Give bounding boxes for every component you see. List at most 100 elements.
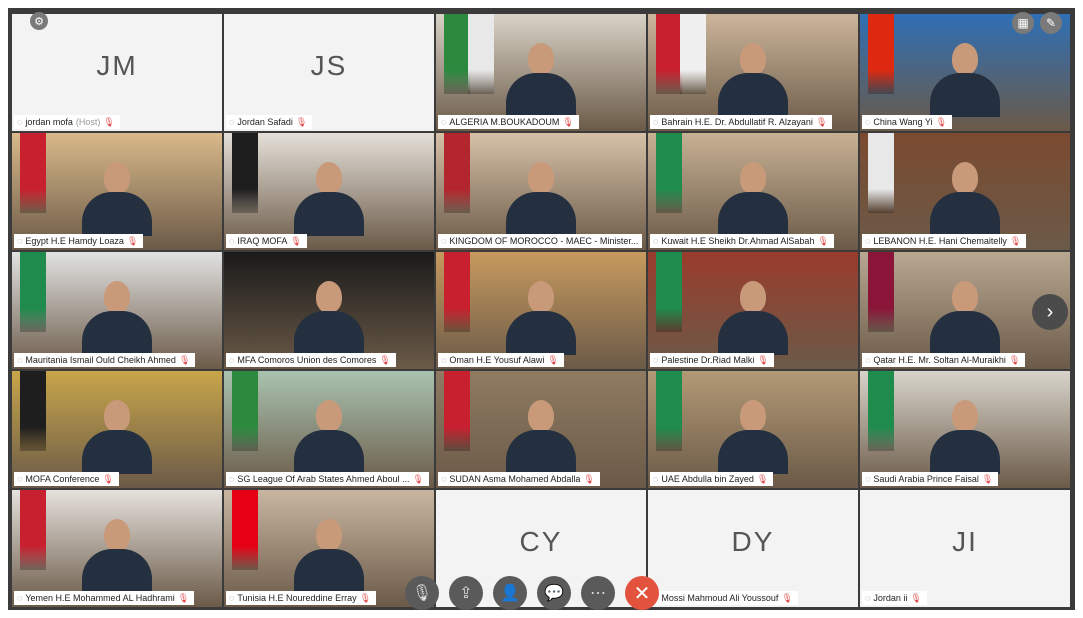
participant-person: [294, 400, 364, 474]
mic-muted-icon: 🎙: [177, 593, 190, 603]
mic-muted-icon: 🎙: [547, 355, 559, 365]
participant-name: jordan mofa: [25, 117, 73, 127]
participant-initials: JM: [96, 50, 138, 81]
flag-image: [444, 371, 470, 451]
flag-image: [232, 490, 258, 570]
participant-tile-jordan-mofa[interactable]: JM ◌ jordan mofa (Host) 🎙: [12, 14, 222, 131]
participant-name-label: ◌ Oman H.E Yousuf Alawi 🎙: [438, 353, 564, 367]
participant-tile-egypt[interactable]: ◌ Egypt H.E Hamdy Loaza 🎙: [12, 133, 222, 250]
mic-muted-icon: 🎙: [290, 236, 302, 246]
participant-name-label: ◌ MFA Comoros Union des Comores 🎙: [226, 353, 396, 367]
flag-image: [444, 133, 470, 213]
participant-tile-iraq[interactable]: ◌ IRAQ MOFA 🎙: [224, 133, 434, 250]
participant-tile-uae[interactable]: ◌ UAE Abdulla bin Zayed 🎙: [648, 371, 858, 488]
mic-muted-icon: 🎙: [910, 593, 922, 603]
video-feed: [648, 252, 858, 369]
layout-icon[interactable]: ▦: [1012, 12, 1034, 34]
participant-tile-yemen[interactable]: ◌ Yemen H.E Mohammed AL Hadhrami 🎙: [12, 490, 222, 607]
flag-image: [656, 14, 682, 94]
flag-image: [868, 14, 894, 94]
participant-tile-kuwait[interactable]: ◌ Kuwait H.E Sheikh Dr.Ahmad AlSabah 🎙: [648, 133, 858, 250]
pin-view-icon[interactable]: ✎: [1040, 12, 1062, 34]
settings-icon[interactable]: ⚙: [30, 12, 48, 30]
flag-image: [20, 371, 46, 451]
participant-tile-lebanon[interactable]: ◌ LEBANON H.E. Hani Chemaitelly 🎙: [860, 133, 1070, 250]
participant-name: Palestine Dr.Riad Malki: [661, 355, 755, 365]
participant-person: [718, 281, 788, 355]
participant-name-label: ◌ MOFA Conference 🎙: [14, 472, 119, 486]
mic-muted-icon: 🎙: [757, 355, 769, 365]
participant-person: [930, 162, 1000, 236]
end-call-icon[interactable]: ✕: [625, 576, 659, 610]
participant-initials: CY: [519, 526, 563, 557]
video-feed: [860, 371, 1070, 488]
participant-tile-palestine[interactable]: ◌ Palestine Dr.Riad Malki 🎙: [648, 252, 858, 369]
video-feed: [436, 133, 646, 250]
participant-tile-dy[interactable]: DY ◌Mossi Mahmoud Ali Youssouf🎙: [648, 490, 858, 607]
participant-name: LEBANON H.E. Hani Chemaitelly: [873, 236, 1007, 246]
participant-name: ALGERIA M.BOUKADOUM: [449, 117, 560, 127]
participant-name: Jordan Safadi: [237, 117, 293, 127]
flag-image: [656, 371, 682, 451]
participant-tile-league-arab-states[interactable]: ◌ SG League Of Arab States Ahmed Aboul ..…: [224, 371, 434, 488]
participant-tile-algeria[interactable]: ◌ ALGERIA M.BOUKADOUM 🎙: [436, 14, 646, 131]
flag-image: [444, 14, 470, 94]
video-status-icon: ◌: [441, 355, 447, 365]
mic-muted-icon: 🎙: [981, 474, 994, 484]
video-status-icon: ◌: [653, 355, 659, 365]
mic-muted-icon: 🎙: [103, 117, 115, 127]
flag-image: [20, 252, 46, 332]
participant-name: IRAQ MOFA: [237, 236, 288, 246]
mic-muted-icon: 🎙: [583, 474, 595, 484]
participant-tile-morocco[interactable]: ◌ KINGDOM OF MOROCCO - MAEC - Minister...…: [436, 133, 646, 250]
participant-tile-comoros[interactable]: ◌ MFA Comoros Union des Comores 🎙: [224, 252, 434, 369]
video-status-icon: ◌: [229, 593, 235, 603]
participant-person: [930, 43, 1000, 117]
participants-icon[interactable]: 👤: [493, 576, 527, 610]
flag-image: [20, 133, 46, 213]
participant-name-label: ◌ UAE Abdulla bin Zayed 🎙: [650, 472, 774, 486]
video-feed: [12, 133, 222, 250]
meeting-toolbar: 🎙 ⇪ 👤 💬 ⋯ ✕: [405, 576, 659, 610]
mic-muted-icon: 🎙: [126, 236, 139, 246]
participant-person: [718, 162, 788, 236]
participant-initials: DY: [731, 526, 775, 557]
participant-tile-mofa-conference[interactable]: ◌ MOFA Conference 🎙: [12, 371, 222, 488]
participant-initials: JI: [952, 526, 978, 557]
participant-tile-bahrain[interactable]: ◌ Bahrain H.E. Dr. Abdullatif R. Alzayani…: [648, 14, 858, 131]
participant-tile-tunisia[interactable]: ◌ Tunisia H.E Noureddine Erray 🎙: [224, 490, 434, 607]
video-status-icon: ◌: [653, 117, 659, 127]
participant-name: Oman H.E Yousuf Alawi: [449, 355, 545, 365]
participant-person: [82, 162, 152, 236]
participant-name-label: ◌ Yemen H.E Mohammed AL Hadhrami 🎙: [14, 591, 195, 605]
participant-tile-china[interactable]: ◌ China Wang Yi 🎙: [860, 14, 1070, 131]
participant-tile-ji[interactable]: JI ◌ Jordan ii 🎙: [860, 490, 1070, 607]
participant-name: Tunisia H.E Noureddine Erray: [237, 593, 357, 603]
participant-tile-oman[interactable]: ◌ Oman H.E Yousuf Alawi 🎙: [436, 252, 646, 369]
participant-initials: JS: [310, 50, 348, 81]
participant-tile-saudi-arabia[interactable]: ◌ Saudi Arabia Prince Faisal 🎙: [860, 371, 1070, 488]
participant-name-label: ◌ SG League Of Arab States Ahmed Aboul ..…: [226, 472, 429, 486]
participant-name-label: ◌ Jordan Safadi 🎙: [226, 115, 313, 129]
share-screen-icon[interactable]: ⇪: [449, 576, 483, 610]
participant-tile-jordan-safadi[interactable]: JS ◌ Jordan Safadi 🎙: [224, 14, 434, 131]
chat-icon[interactable]: 💬: [537, 576, 571, 610]
participant-name-label: ◌ Tunisia H.E Noureddine Erray 🎙: [226, 591, 377, 605]
participant-name: Mauritania Ismail Ould Cheikh Ahmed: [25, 355, 176, 365]
more-icon[interactable]: ⋯: [581, 576, 615, 610]
flag-image: [868, 371, 894, 451]
video-status-icon: ◌: [441, 117, 447, 127]
participant-name: SG League Of Arab States Ahmed Aboul ...: [237, 474, 410, 484]
video-feed: [648, 371, 858, 488]
participant-name: Qatar H.E. Mr. Soltan Al-Muraikhi: [873, 355, 1006, 365]
video-feed: [436, 371, 646, 488]
participant-person: [930, 400, 1000, 474]
participant-name-label: ◌ KINGDOM OF MOROCCO - MAEC - Minister...…: [438, 234, 642, 248]
mic-icon[interactable]: 🎙: [405, 576, 439, 610]
video-status-icon: ◌: [229, 117, 235, 127]
participant-tile-mauritania[interactable]: ◌ Mauritania Ismail Ould Cheikh Ahmed 🎙: [12, 252, 222, 369]
video-feed: [648, 14, 858, 131]
participant-tile-sudan[interactable]: ◌ SUDAN Asma Mohamed Abdalla 🎙: [436, 371, 646, 488]
video-status-icon: ◌: [17, 236, 23, 246]
next-page-arrow-icon[interactable]: ›: [1032, 294, 1068, 330]
